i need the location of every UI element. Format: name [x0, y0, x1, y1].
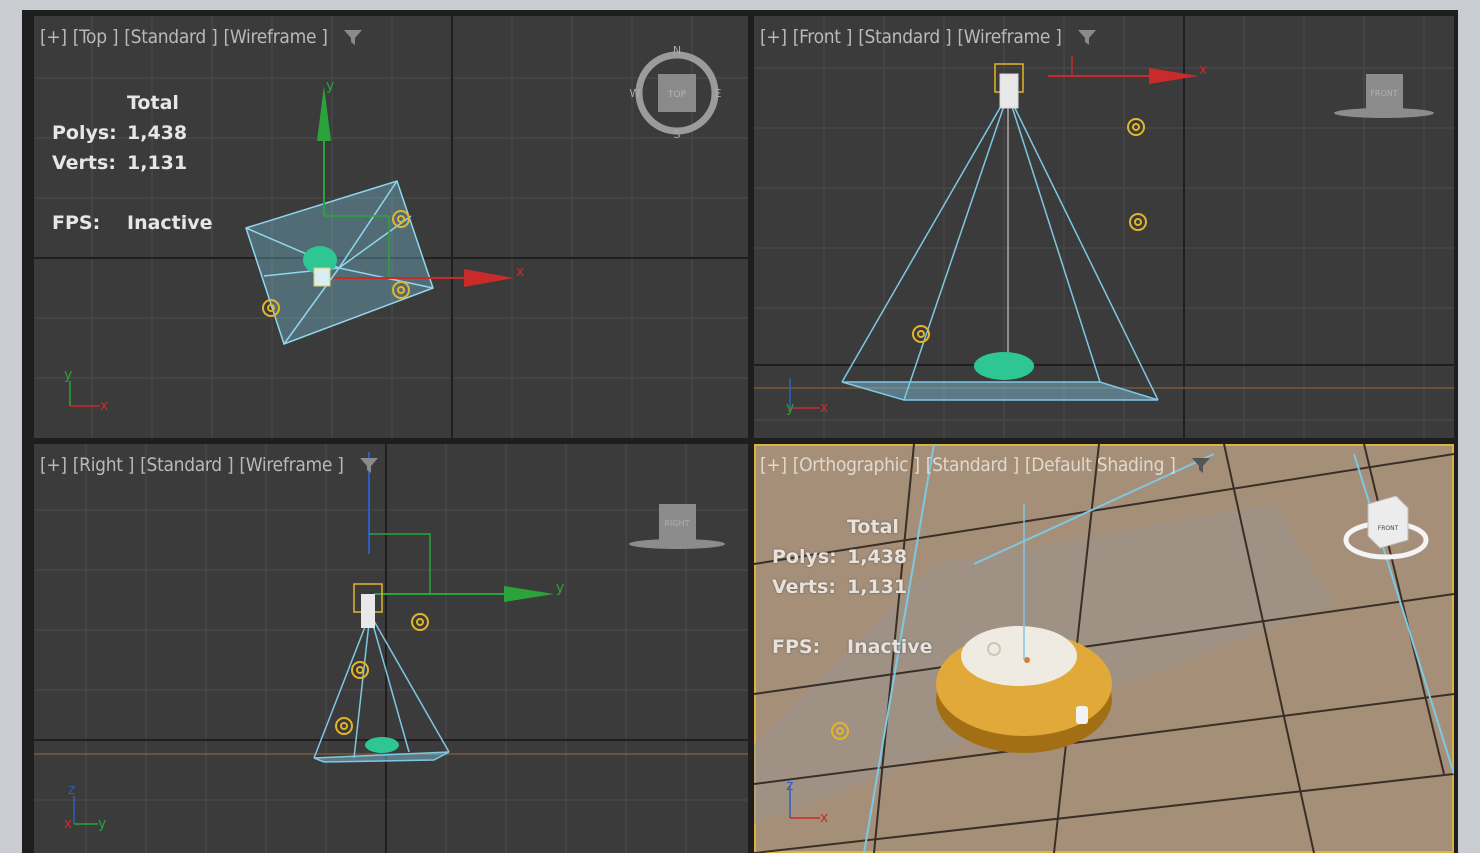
svg-text:z: z [786, 778, 793, 794]
viewcube-front: FRONT [1334, 74, 1434, 118]
display-mode-menu[interactable]: [Default Shading ] [1025, 454, 1176, 476]
gizmo-y-arrow-right [504, 586, 554, 602]
viewport-menu-button[interactable]: [+] [40, 454, 67, 476]
svg-text:E: E [715, 87, 722, 100]
stats-verts-value: 1,131 [127, 152, 188, 174]
viewport-label-ortho: [+] [Orthographic ] [Standard ] [Default… [760, 454, 1212, 476]
shading-menu[interactable]: [Standard ] [926, 454, 1020, 476]
stats-overlay-ortho: Total Polys: 1,438 Verts: 1,131 FPS: Inacti… [772, 512, 933, 662]
svg-text:S: S [674, 128, 681, 141]
view-name-menu[interactable]: [Front ] [793, 26, 853, 48]
viewport-menu-button[interactable]: [+] [760, 454, 787, 476]
viewport-menu-button[interactable]: [+] [760, 26, 787, 48]
stats-fps-label: FPS: [772, 636, 821, 658]
viewport-top[interactable]: y x TOP N S E W y x [+] [Top] [Standard… [34, 16, 748, 438]
viewport-right[interactable]: y RIGHT z x y [+] [Right] [Standard] [… [34, 444, 748, 853]
stats-total-label: Total [847, 516, 899, 538]
camera-frustum-top [245, 180, 434, 345]
svg-text:x: x [820, 400, 828, 416]
viewport-front[interactable]: x FRONT y x [+] [Front] [Standard] [Wi… [754, 16, 1454, 438]
svg-text:x: x [820, 810, 828, 826]
viewport-label-right: [+] [Right ] [Standard ] [Wireframe ] [40, 454, 380, 476]
filter-icon[interactable] [1076, 27, 1098, 47]
gizmo-y-arrow [317, 86, 331, 141]
view-name-menu[interactable]: [Right ] [73, 454, 135, 476]
viewport-label-top: [+] [Top ] [Standard ] [Wireframe ] [40, 26, 364, 48]
stats-overlay-top: Total Polys: 1,438 Verts: 1,131 FPS: Inacti… [52, 88, 213, 238]
stats-polys-label: Polys: [772, 546, 837, 568]
stats-fps-value: Inactive [847, 636, 933, 658]
svg-text:y: y [64, 367, 72, 383]
display-mode-menu[interactable]: [Wireframe ] [223, 26, 328, 48]
stats-polys-label: Polys: [52, 122, 117, 144]
svg-text:x: x [100, 398, 108, 414]
stats-polys-value: 1,438 [127, 122, 188, 144]
filter-icon[interactable] [342, 27, 364, 47]
robot-right [365, 737, 399, 753]
axis-tripod-top: y x [64, 367, 108, 414]
svg-text:y: y [326, 78, 334, 94]
svg-text:y: y [556, 580, 564, 596]
svg-text:z: z [68, 782, 75, 798]
gizmo-x-arrow-front [1149, 68, 1199, 84]
display-mode-menu[interactable]: [Wireframe ] [239, 454, 344, 476]
stats-fps-label: FPS: [52, 212, 101, 234]
svg-text:y: y [786, 400, 794, 416]
viewcube-top: TOP N S E W [630, 44, 722, 141]
svg-text:FRONT: FRONT [1378, 525, 1399, 532]
lights-right [335, 613, 429, 735]
svg-text:x: x [64, 816, 72, 832]
svg-text:W: W [630, 87, 641, 100]
filter-icon[interactable] [1190, 455, 1212, 475]
axis-tripod-right: z x y [64, 782, 106, 832]
stats-verts-value: 1,131 [847, 576, 908, 598]
shading-menu[interactable]: [Standard ] [140, 454, 234, 476]
stats-verts-label: Verts: [772, 576, 836, 598]
svg-text:x: x [516, 264, 524, 280]
gizmo-x-arrow [464, 269, 514, 287]
svg-text:x: x [1199, 62, 1207, 78]
front-scene: x FRONT y x [754, 16, 1454, 438]
filter-icon[interactable] [358, 455, 380, 475]
viewport-menu-button[interactable]: [+] [40, 26, 67, 48]
stats-verts-label: Verts: [52, 152, 116, 174]
svg-text:RIGHT: RIGHT [664, 519, 689, 528]
view-name-menu[interactable]: [Orthographic ] [793, 454, 920, 476]
viewport-orthographic[interactable]: FRONT z x [+] [Orthographic ] [Standard … [754, 444, 1454, 853]
stats-polys-value: 1,438 [847, 546, 908, 568]
stats-total-label: Total [127, 92, 179, 114]
robot-front [974, 352, 1034, 380]
svg-text:FRONT: FRONT [1370, 89, 1397, 98]
svg-text:TOP: TOP [667, 90, 687, 100]
viewport-layout: y x TOP N S E W y x [+] [Top] [Standard… [22, 10, 1458, 853]
right-scene: y RIGHT z x y [34, 444, 748, 853]
viewcube-ortho: FRONT [1343, 495, 1429, 560]
viewport-label-front: [+] [Front ] [Standard ] [Wireframe ] [760, 26, 1098, 48]
axis-tripod-front: y x [786, 378, 828, 416]
svg-text:N: N [673, 44, 681, 57]
view-name-menu[interactable]: [Top ] [73, 26, 119, 48]
shading-menu[interactable]: [Standard ] [858, 26, 952, 48]
shading-menu[interactable]: [Standard ] [124, 26, 218, 48]
svg-text:y: y [98, 816, 106, 832]
display-mode-menu[interactable]: [Wireframe ] [957, 26, 1062, 48]
stats-fps-value: Inactive [127, 212, 213, 234]
